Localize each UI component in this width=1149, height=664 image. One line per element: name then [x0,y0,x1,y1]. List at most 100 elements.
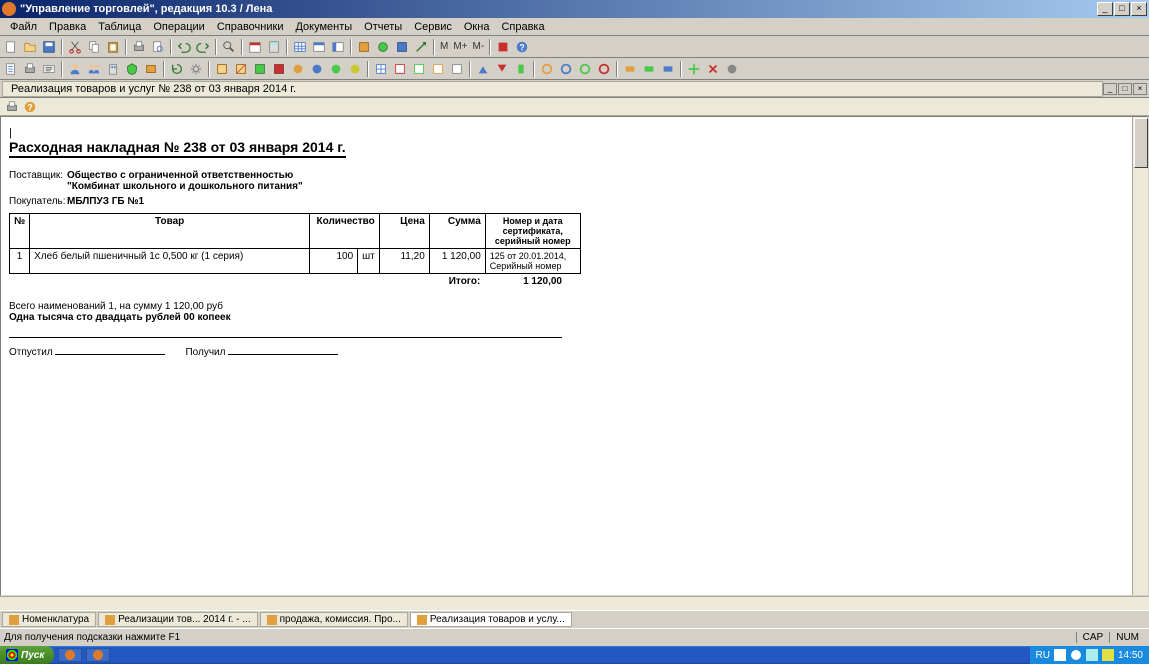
sec-icon-12[interactable] [346,60,364,78]
tray-icon-4[interactable] [1102,649,1114,661]
sec-icon-14[interactable] [391,60,409,78]
sec-icon-6[interactable] [232,60,250,78]
sec-icon-30[interactable] [723,60,741,78]
tray-icon-3[interactable] [1086,649,1098,661]
sec-icon-24[interactable] [595,60,613,78]
help-doc-icon[interactable]: ? [22,99,38,115]
document-area: | Расходная накладная № 238 от 03 января… [0,116,1149,596]
help-icon[interactable]: ? [513,38,531,56]
menu-directories[interactable]: Справочники [211,20,290,34]
tool-icon-1[interactable] [355,38,373,56]
user-icon[interactable] [66,60,84,78]
table-icon[interactable] [291,38,309,56]
users-icon[interactable] [85,60,103,78]
new-icon[interactable] [2,38,20,56]
gear-icon[interactable] [187,60,205,78]
sec-icon-15[interactable] [410,60,428,78]
sec-icon-25[interactable] [621,60,639,78]
sec-icon-13[interactable] [372,60,390,78]
save-icon[interactable] [40,38,58,56]
table2-icon[interactable] [310,38,328,56]
tool-icon-5[interactable] [494,38,512,56]
taskbar-app-2[interactable] [86,648,110,662]
open-icon[interactable] [21,38,39,56]
sec-icon-11[interactable] [327,60,345,78]
sec-icon-28[interactable] [685,60,703,78]
minimize-button[interactable]: _ [1097,2,1113,16]
sec-icon-7[interactable] [251,60,269,78]
bottom-tab-sale[interactable]: продажа, комиссия. Про... [260,612,408,627]
sec-icon-26[interactable] [640,60,658,78]
sec-icon-29[interactable] [704,60,722,78]
memory-mminus[interactable]: M- [471,41,487,52]
table3-icon[interactable] [329,38,347,56]
toolbar-primary: M M+ M- ? [0,36,1149,58]
bottom-tab-realisations[interactable]: Реализации тов... 2014 г. - ... [98,612,258,627]
system-tray: RU 14:50 [1030,646,1149,664]
taskbar-app-1[interactable] [58,648,82,662]
sec-icon-3[interactable] [123,60,141,78]
print2-icon[interactable] [21,60,39,78]
building-icon[interactable] [104,60,122,78]
bottom-tab-nomenclature[interactable]: Номенклатура [2,612,96,627]
sec-icon-10[interactable] [308,60,326,78]
calc-icon[interactable] [265,38,283,56]
tool-icon-3[interactable] [393,38,411,56]
tray-icon-2[interactable] [1070,649,1082,661]
close-button[interactable]: × [1131,2,1147,16]
menu-table[interactable]: Таблица [92,20,147,34]
sec-icon-1[interactable] [2,60,20,78]
find-icon[interactable] [220,38,238,56]
sec-icon-9[interactable] [289,60,307,78]
sec-icon-18[interactable] [474,60,492,78]
sec-icon-4[interactable] [142,60,160,78]
tool-icon-4[interactable] [412,38,430,56]
menu-windows[interactable]: Окна [458,20,496,34]
tool-icon-2[interactable] [374,38,392,56]
paste-icon[interactable] [104,38,122,56]
sec-icon-5[interactable] [213,60,231,78]
calendar-icon[interactable] [246,38,264,56]
sec-icon-17[interactable] [448,60,466,78]
sec-icon-16[interactable] [429,60,447,78]
menu-file[interactable]: Файл [4,20,43,34]
tab-restore-button[interactable]: □ [1118,83,1132,95]
memory-m[interactable]: M [438,41,450,52]
start-button[interactable]: Пуск [0,646,54,664]
tray-icon-1[interactable] [1054,649,1066,661]
print-icon[interactable] [130,38,148,56]
menu-operations[interactable]: Операции [147,20,210,34]
preview-icon[interactable] [149,38,167,56]
undo-icon[interactable] [175,38,193,56]
sec-icon-19[interactable] [493,60,511,78]
sec-icon-21[interactable] [538,60,556,78]
th-qty: Количество [310,214,380,249]
cut-icon[interactable] [66,38,84,56]
vertical-scrollbar[interactable] [1132,117,1148,595]
sec-icon-20[interactable] [512,60,530,78]
sec-icon-23[interactable] [576,60,594,78]
tab-close-button[interactable]: × [1133,83,1147,95]
menu-service[interactable]: Сервис [408,20,458,34]
redo-icon[interactable] [194,38,212,56]
horizontal-scrollbar[interactable] [0,596,1149,610]
bottom-tab-current[interactable]: Реализация товаров и услу... [410,612,572,627]
lang-indicator[interactable]: RU [1036,650,1050,661]
memory-mplus[interactable]: M+ [451,41,469,52]
sec-icon-2[interactable] [40,60,58,78]
menu-documents[interactable]: Документы [289,20,358,34]
refresh-icon[interactable] [168,60,186,78]
sec-icon-22[interactable] [557,60,575,78]
maximize-button[interactable]: □ [1114,2,1130,16]
sec-icon-27[interactable] [659,60,677,78]
menu-reports[interactable]: Отчеты [358,20,408,34]
tab-minimize-button[interactable]: _ [1103,83,1117,95]
print-doc-icon[interactable] [4,99,20,115]
menu-help[interactable]: Справка [495,20,550,34]
menu-edit[interactable]: Правка [43,20,92,34]
status-num: NUM [1109,632,1145,643]
document-tab[interactable]: Реализация товаров и услуг № 238 от 03 я… [2,81,1103,97]
copy-icon[interactable] [85,38,103,56]
clock[interactable]: 14:50 [1118,650,1143,661]
sec-icon-8[interactable] [270,60,288,78]
